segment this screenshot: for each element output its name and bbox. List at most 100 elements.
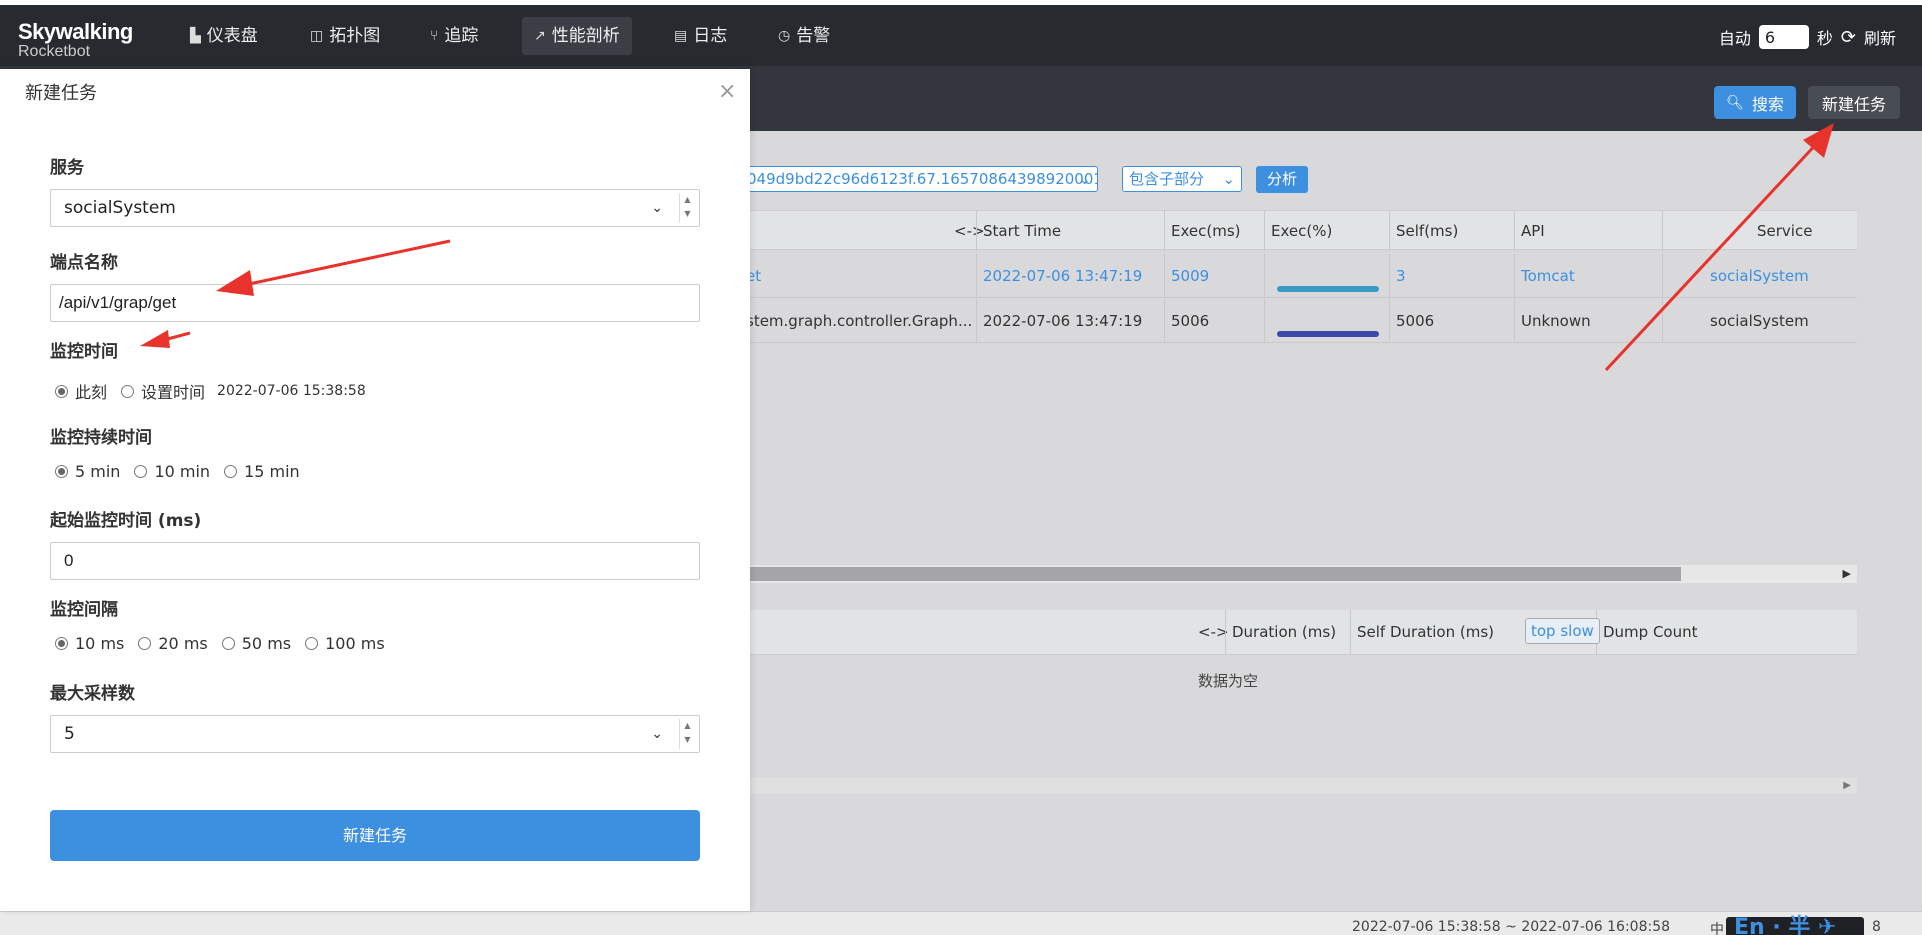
radio-now[interactable] [55, 384, 68, 398]
create-task-button[interactable]: 新建任务 [50, 810, 700, 861]
spinner-icon[interactable]: ▲ ▼ [679, 193, 695, 223]
scroll-right-icon[interactable]: ▶ [1843, 565, 1851, 583]
scroll-right-icon[interactable]: ▶ [1843, 778, 1851, 794]
new-task-dialog: 新建任务 × 服务 socialSystem ⌄ ▲▼ 端点名称 监控时间 此刻… [0, 69, 750, 911]
search-button[interactable]: 🔍︎ 搜索 [1714, 86, 1796, 119]
row-service: socialSystem [1662, 299, 1848, 343]
row-method[interactable]: et [740, 254, 976, 298]
auto-interval-input[interactable] [1758, 25, 1809, 49]
row-exec-pct [1264, 299, 1389, 343]
service-value: socialSystem [64, 198, 176, 218]
start-time-input[interactable] [50, 542, 700, 580]
row-exec: 5006 [1164, 299, 1264, 343]
monitor-time-label: 监控时间 [50, 342, 118, 362]
radio-50ms[interactable] [221, 637, 235, 650]
brand-sub: Rocketbot [18, 43, 91, 60]
auto-refresh-group: 自动 秒 ⟳ 刷新 [1719, 25, 1896, 49]
scrollbar-thumb[interactable] [740, 567, 1681, 581]
col-dump-count: Dump Count [1596, 610, 1720, 655]
interval-group: 10 ms 20 ms 50 ms 100 ms [55, 634, 385, 653]
row-start: 2022-07-06 13:47:19 [976, 254, 1164, 298]
radio-5min[interactable] [55, 465, 68, 478]
start-time-label: 起始监控时间 (ms) [50, 511, 202, 531]
radio-15min[interactable] [224, 465, 238, 478]
monitor-time-group: 此刻 设置时间 2022-07-06 15:38:58 [55, 379, 366, 403]
status-footer: 2022-07-06 15:38:58 ~ 2022-07-06 16:08:5… [0, 911, 1922, 935]
interval-label: 监控间隔 [50, 600, 118, 620]
col-self: Self(ms) [1389, 211, 1514, 251]
nav-label: 性能剖析 [551, 26, 620, 46]
nav-topology[interactable]: ◫ 拓扑图 [298, 17, 392, 55]
row-self: 5006 [1389, 299, 1514, 343]
top-navbar: Skywalking Rocketbot ▙ 仪表盘 ◫ 拓扑图 ⑂ 追踪 ↗ … [0, 5, 1922, 66]
duration-label: 监控持续时间 [50, 428, 152, 448]
mode-select[interactable]: 包含子部分 ⌄ [1122, 166, 1242, 192]
segment-select[interactable]: 049d9bd22c96d6123f.67.16570864398920001 … [740, 166, 1098, 192]
row-exec-pct [1264, 254, 1389, 298]
radio-set-time[interactable] [121, 384, 135, 398]
row-self: 3 [1389, 254, 1514, 298]
refresh-button[interactable]: 刷新 [1864, 25, 1896, 49]
nav-log[interactable]: ▤ 日志 [662, 17, 739, 55]
analyze-button[interactable]: 分析 [1256, 166, 1308, 193]
max-sample-label: 最大采样数 [50, 684, 135, 704]
nav-profile[interactable]: ↗ 性能剖析 [522, 17, 632, 55]
radio-label: 20 ms [158, 634, 208, 653]
row-exec: 5009 [1164, 254, 1264, 298]
dump-table-header: <-> Duration (ms) Self Duration (ms) Dum… [740, 610, 1857, 655]
monitor-time-value[interactable]: 2022-07-06 15:38:58 [217, 383, 366, 399]
horizontal-scrollbar[interactable]: ▶ [740, 565, 1857, 583]
radio-label: 此刻 [75, 383, 108, 402]
nav-label: 仪表盘 [206, 26, 258, 46]
col-start-time: Start Time [976, 211, 1164, 251]
max-sample-value: 5 [64, 724, 75, 744]
max-sample-select[interactable]: 5 ⌄ ▲ ▼ [50, 715, 700, 753]
row-method[interactable]: stem.graph.controller.Graph... [740, 299, 976, 343]
nav-label: 拓扑图 [329, 26, 381, 46]
empty-message: 数据为空 [1198, 672, 1259, 690]
chevron-down-icon: ⌄ [1078, 170, 1091, 188]
col-api: API [1514, 211, 1662, 251]
sec-label: 秒 [1816, 29, 1833, 48]
table-row[interactable]: stem.graph.controller.Graph... 2022-07-0… [740, 299, 1857, 343]
row-api: Unknown [1514, 299, 1662, 343]
nav-dashboard[interactable]: ▙ 仪表盘 [178, 17, 270, 55]
col-exec: Exec(ms) [1164, 211, 1264, 251]
col-service: Service [1662, 211, 1848, 251]
ime-toolbar[interactable]: En · 半 ✈ [1726, 917, 1864, 935]
radio-10ms[interactable] [55, 637, 68, 650]
time-range[interactable]: 2022-07-06 15:38:58 ~ 2022-07-06 16:08:5… [1352, 919, 1670, 935]
segment-id: 049d9bd22c96d6123f.67.16570864398920001 [747, 170, 1098, 188]
exec-bar [1277, 286, 1379, 292]
radio-label: 10 min [154, 462, 211, 481]
horizontal-scrollbar-2[interactable]: ▶ [740, 778, 1857, 794]
chevron-down-icon: ⌄ [1222, 170, 1235, 188]
endpoint-label: 端点名称 [50, 253, 118, 273]
expand-toggle[interactable]: <-> [1198, 610, 1229, 655]
table-row[interactable]: et 2022-07-06 13:47:19 5009 3 Tomcat soc… [740, 254, 1857, 298]
top-slow-button[interactable]: top slow [1525, 618, 1600, 644]
nav-label: 日志 [693, 26, 728, 46]
footer-number: 8 [1872, 919, 1881, 935]
radio-20ms[interactable] [138, 637, 152, 650]
radio-10min[interactable] [134, 465, 148, 478]
nav-alarm[interactable]: ◷ 告警 [766, 17, 842, 55]
nav-trace[interactable]: ⑂ 追踪 [418, 17, 490, 55]
row-api: Tomcat [1514, 254, 1662, 298]
radio-label: 5 min [75, 462, 121, 481]
row-start: 2022-07-06 13:47:19 [976, 299, 1164, 343]
chevron-down-icon: ⌄ [651, 200, 663, 216]
endpoint-input[interactable] [50, 284, 700, 322]
col-exec-pct: Exec(%) [1264, 211, 1389, 251]
duration-group: 5 min 10 min 15 min [55, 462, 300, 481]
new-task-button[interactable]: 新建任务 [1808, 86, 1900, 119]
col-self-duration: Self Duration (ms) [1350, 610, 1520, 655]
brand-logo[interactable]: Skywalking Rocketbot [18, 19, 133, 61]
brand-name: Skywalking [18, 19, 133, 44]
refresh-icon[interactable]: ⟳ [1841, 27, 1856, 48]
close-icon[interactable]: × [718, 79, 736, 104]
service-select[interactable]: socialSystem ⌄ ▲ ▼ [50, 189, 700, 227]
spinner-icon[interactable]: ▲ ▼ [679, 719, 695, 749]
radio-100ms[interactable] [305, 637, 319, 650]
alarm-icon: ◷ [778, 28, 791, 44]
